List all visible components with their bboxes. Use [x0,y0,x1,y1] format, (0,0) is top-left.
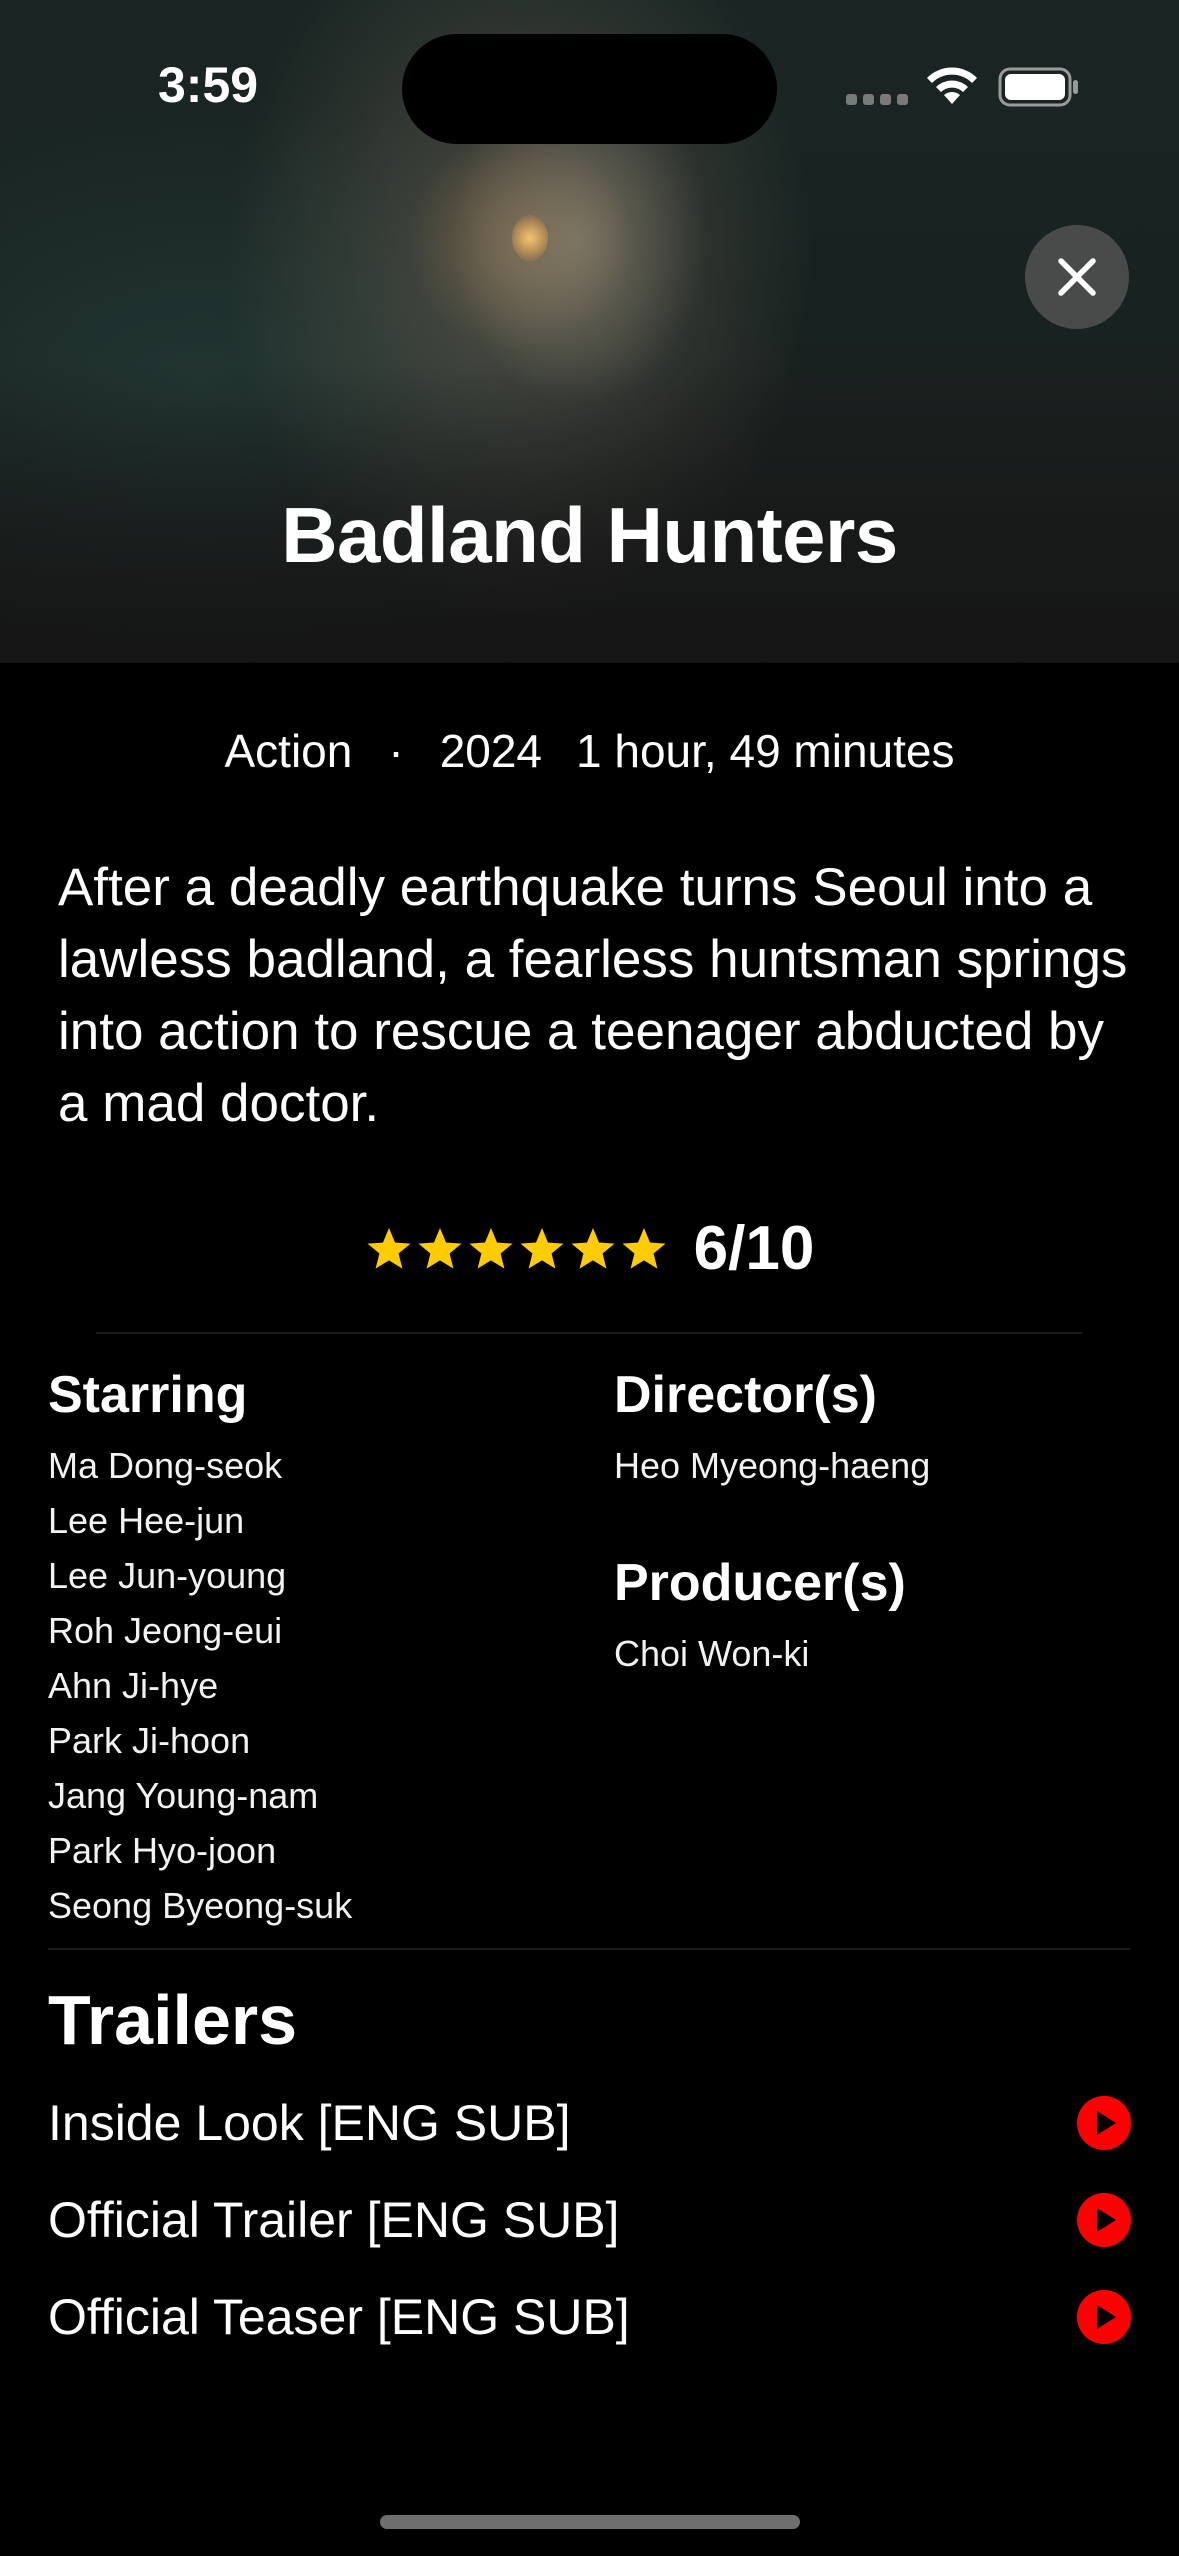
play-icon[interactable] [1077,2193,1131,2247]
battery-icon [998,67,1078,107]
cast-member: Lee Hee-jun [48,1500,245,1541]
hero-light [512,215,548,261]
wifi-icon [927,67,977,104]
directors-heading: Director(s) [614,1366,877,1424]
movie-meta: Action · 2024 1 hour, 49 minutes [0,724,1179,778]
producers-heading: Producer(s) [614,1554,906,1612]
cast-member: Seong Byeong-suk [48,1885,353,1926]
star-icon [367,1227,411,1269]
star-icon [469,1227,513,1269]
trailers-heading: Trailers [48,1981,298,2059]
starring-heading: Starring [48,1366,248,1424]
star-icon [418,1227,462,1269]
star-icon [571,1227,615,1269]
trailer-label: Official Teaser [ENG SUB] [48,2289,630,2345]
trailer-row[interactable]: Official Trailer [ENG SUB] [48,2180,1131,2260]
release-year: 2024 [439,725,543,777]
trailer-row[interactable]: Inside Look [ENG SUB] [48,2083,1131,2163]
cast-member: Park Ji-hoon [48,1720,251,1761]
star-icon [520,1227,564,1269]
divider [48,1948,1131,1950]
trailer-row[interactable]: Official Teaser [ENG SUB] [48,2277,1131,2357]
divider [96,1332,1083,1334]
rating-score: 6/10 [693,1214,815,1283]
director-name: Heo Myeong-haeng [614,1445,931,1486]
cast-member: Ma Dong-seok [48,1445,283,1486]
rating-stars [365,1225,668,1273]
producer-name: Choi Won-ki [614,1633,810,1674]
cast-member: Jang Young-nam [48,1775,319,1816]
cast-member: Lee Jun-young [48,1555,287,1596]
home-indicator [380,2515,800,2529]
movie-title: Badland Hunters [281,491,898,579]
status-time: 3:59 [158,57,259,113]
play-icon[interactable] [1077,2290,1131,2344]
trailer-label: Inside Look [ENG SUB] [48,2095,571,2151]
star-icon [622,1227,666,1269]
dynamic-island [402,34,777,144]
cellular-signal-icon [846,94,908,105]
cast-member: Roh Jeong-eui [48,1610,283,1651]
close-button[interactable] [1025,225,1129,329]
rating: 6/10 [0,1213,1179,1284]
play-icon[interactable] [1077,2096,1131,2150]
close-icon [1058,258,1096,296]
runtime: 1 hour, 49 minutes [576,725,955,777]
cast-member: Ahn Ji-hye [48,1665,219,1706]
genre: Action [224,725,353,777]
synopsis: After a deadly earthquake turns Seoul in… [58,858,1128,1133]
trailer-label: Official Trailer [ENG SUB] [48,2192,620,2248]
meta-separator: · [388,725,404,777]
cast-member: Park Hyo-joon [48,1830,277,1871]
